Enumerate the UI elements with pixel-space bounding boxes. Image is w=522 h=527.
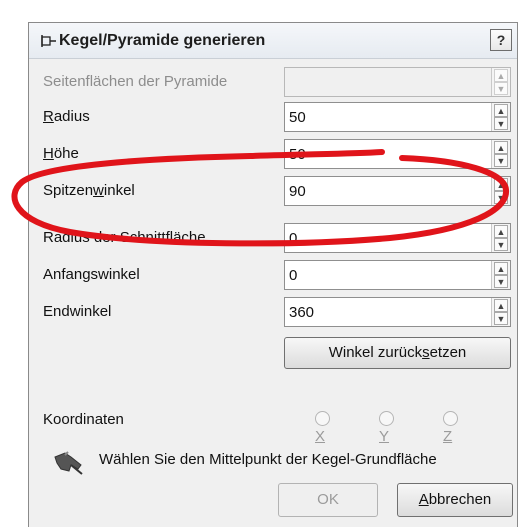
apex-angle-value[interactable]: 90: [289, 183, 306, 200]
radius-spinner: ▲ ▼: [491, 103, 510, 131]
radio-z[interactable]: Z: [443, 411, 464, 445]
start-angle-value[interactable]: 0: [289, 267, 297, 284]
label-end-angle: Endwinkel: [43, 303, 112, 320]
label-height-mnemonic: H: [43, 145, 54, 162]
end-angle-spinbox[interactable]: 360 ▲ ▼: [284, 297, 511, 327]
spin-up-arrow-icon[interactable]: ▲: [494, 299, 508, 312]
spin-down-arrow-icon[interactable]: ▼: [494, 154, 508, 167]
spin-down-arrow-icon[interactable]: ▼: [494, 117, 508, 130]
start-angle-spinbox[interactable]: 0 ▲ ▼: [284, 260, 511, 290]
cancel-mnemonic: A: [418, 491, 429, 508]
height-spinbox[interactable]: 50 ▲ ▼: [284, 139, 511, 169]
radius-value[interactable]: 50: [289, 109, 306, 126]
cut-radius-spinner: ▲ ▼: [491, 224, 510, 252]
reset-angles-button[interactable]: Winkel zurücksetzen: [284, 337, 511, 369]
side-faces-spinner: ▲ ▼: [491, 68, 510, 96]
cut-radius-spinbox[interactable]: 0 ▲ ▼: [284, 223, 511, 253]
spin-up-arrow-icon[interactable]: ▲: [494, 178, 508, 191]
pointer-hand-icon: [51, 447, 87, 479]
apex-angle-spinner: ▲ ▼: [491, 177, 510, 205]
label-radius-mnemonic: R: [43, 108, 54, 125]
spin-up-arrow-icon[interactable]: ▲: [494, 262, 508, 275]
label-apex-angle-mnemonic: w: [93, 182, 104, 199]
spin-down-arrow-icon[interactable]: ▼: [494, 275, 508, 288]
start-angle-spinner: ▲ ▼: [491, 261, 510, 289]
label-height: Höhe: [43, 145, 79, 162]
radio-y-label: Y: [379, 428, 390, 445]
label-start-angle: Anfangswinkel: [43, 266, 140, 283]
label-cut-radius: Radius der Schnittfläche: [43, 229, 206, 246]
reset-angles-mnemonic: s: [422, 344, 430, 361]
status-hint: Wählen Sie den Mittelpunkt der Kegel-Gru…: [99, 451, 437, 468]
label-radius: Radius: [43, 108, 90, 125]
radio-z-label: Z: [443, 428, 453, 445]
pin-icon[interactable]: [41, 33, 57, 49]
label-coordinates: Koordinaten: [43, 411, 124, 428]
spin-up-arrow-icon[interactable]: ▲: [494, 104, 508, 117]
spin-down-arrow-icon[interactable]: ▼: [494, 312, 508, 325]
radius-spinbox[interactable]: 50 ▲ ▼: [284, 102, 511, 132]
end-angle-value[interactable]: 360: [289, 304, 314, 321]
screenshot-frame: Kegel/Pyramide generieren ? Seitenfläche…: [0, 0, 522, 527]
height-value[interactable]: 50: [289, 146, 306, 163]
ok-button[interactable]: OK: [278, 483, 378, 517]
cone-pyramid-dialog: Kegel/Pyramide generieren ? Seitenfläche…: [28, 22, 518, 527]
spin-down-arrow-icon[interactable]: ▼: [494, 82, 508, 95]
radio-circle-icon: [315, 411, 330, 426]
help-button[interactable]: ?: [490, 29, 512, 51]
radio-circle-icon: [443, 411, 458, 426]
cancel-button[interactable]: Abbrechen: [397, 483, 513, 517]
height-spinner: ▲ ▼: [491, 140, 510, 168]
spin-up-arrow-icon[interactable]: ▲: [494, 69, 508, 82]
spin-up-arrow-icon[interactable]: ▲: [494, 141, 508, 154]
side-faces-spinbox[interactable]: ▲ ▼: [284, 67, 511, 97]
end-angle-spinner: ▲ ▼: [491, 298, 510, 326]
title-bar[interactable]: Kegel/Pyramide generieren ?: [29, 23, 517, 59]
spin-down-arrow-icon[interactable]: ▼: [494, 238, 508, 251]
radio-y[interactable]: Y: [379, 411, 400, 445]
cut-radius-value[interactable]: 0: [289, 230, 297, 247]
radio-x-label: X: [315, 428, 326, 445]
apex-angle-spinbox[interactable]: 90 ▲ ▼: [284, 176, 511, 206]
spin-up-arrow-icon[interactable]: ▲: [494, 225, 508, 238]
dialog-title: Kegel/Pyramide generieren: [59, 32, 266, 49]
label-side-faces: Seitenflächen der Pyramide: [43, 73, 228, 90]
radio-circle-icon: [379, 411, 394, 426]
radio-x[interactable]: X: [315, 411, 336, 445]
spin-down-arrow-icon[interactable]: ▼: [494, 191, 508, 204]
label-apex-angle: Spitzenwinkel: [43, 182, 135, 199]
